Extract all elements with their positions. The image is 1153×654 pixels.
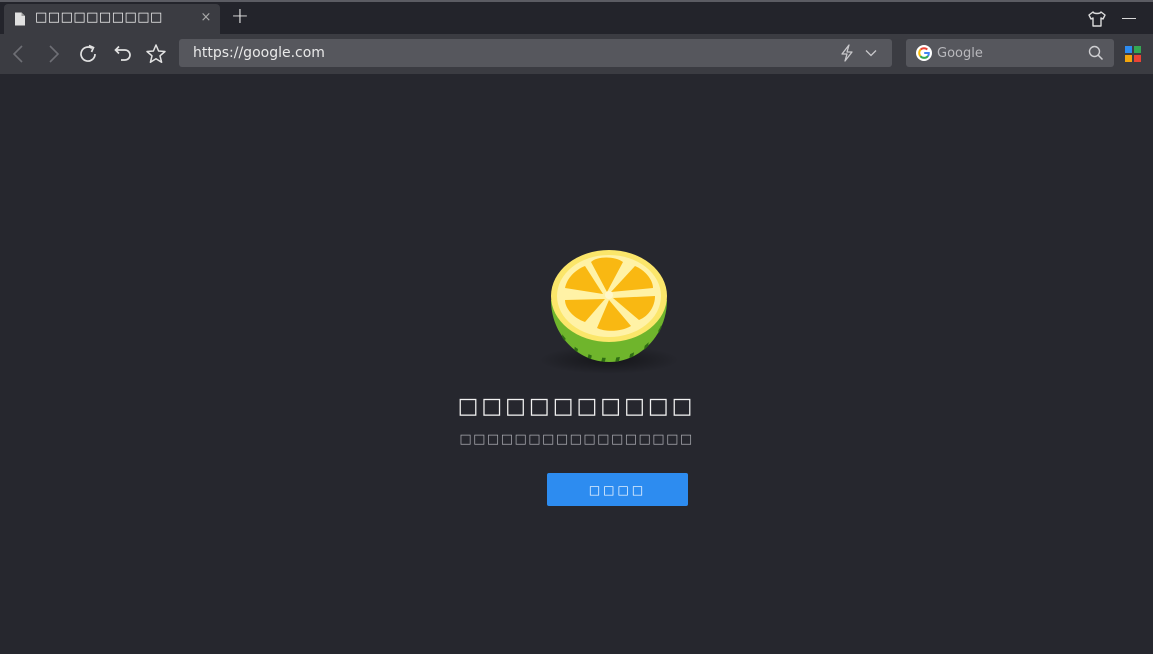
address-url[interactable]: https://google.com: [193, 45, 325, 61]
document-icon: [15, 12, 25, 26]
page-content: □□□□□□□□□□ □□□□□□□□□□□□□□□□□ □□□□: [0, 74, 1153, 654]
skin-shirt-icon[interactable]: [1087, 10, 1107, 28]
bolt-icon[interactable]: [839, 44, 855, 62]
address-bar[interactable]: https://google.com: [179, 39, 892, 67]
plus-icon[interactable]: +: [228, 6, 252, 30]
forward-icon[interactable]: [41, 42, 65, 66]
star-icon[interactable]: [144, 42, 168, 66]
search-box[interactable]: [906, 39, 1114, 67]
search-icon[interactable]: [1088, 45, 1104, 61]
back-icon[interactable]: [7, 42, 31, 66]
apps-grid-icon[interactable]: [1125, 46, 1141, 62]
page-subline: □□□□□□□□□□□□□□□□□: [459, 432, 694, 447]
watermelon-logo: [539, 250, 679, 374]
tab-title: □□□□□□□□□□: [35, 10, 163, 25]
google-icon: [916, 45, 932, 61]
undo-icon[interactable]: [110, 42, 134, 66]
close-icon[interactable]: ×: [198, 9, 214, 27]
minimize-icon[interactable]: [1122, 18, 1136, 19]
search-input[interactable]: [937, 44, 1077, 62]
tab-active[interactable]: □□□□□□□□□□ ×: [4, 4, 220, 34]
tab-strip: □□□□□□□□□□ × +: [0, 2, 1153, 34]
page-headline: □□□□□□□□□□: [457, 394, 696, 419]
reload-icon[interactable]: [76, 42, 100, 66]
primary-action-button[interactable]: □□□□: [547, 473, 688, 506]
browser-window: □□□□□□□□□□ × + https://google.com Google…: [0, 0, 1153, 654]
navigation-toolbar: https://google.com: [0, 34, 1153, 74]
chevron-down-icon[interactable]: [865, 47, 877, 59]
